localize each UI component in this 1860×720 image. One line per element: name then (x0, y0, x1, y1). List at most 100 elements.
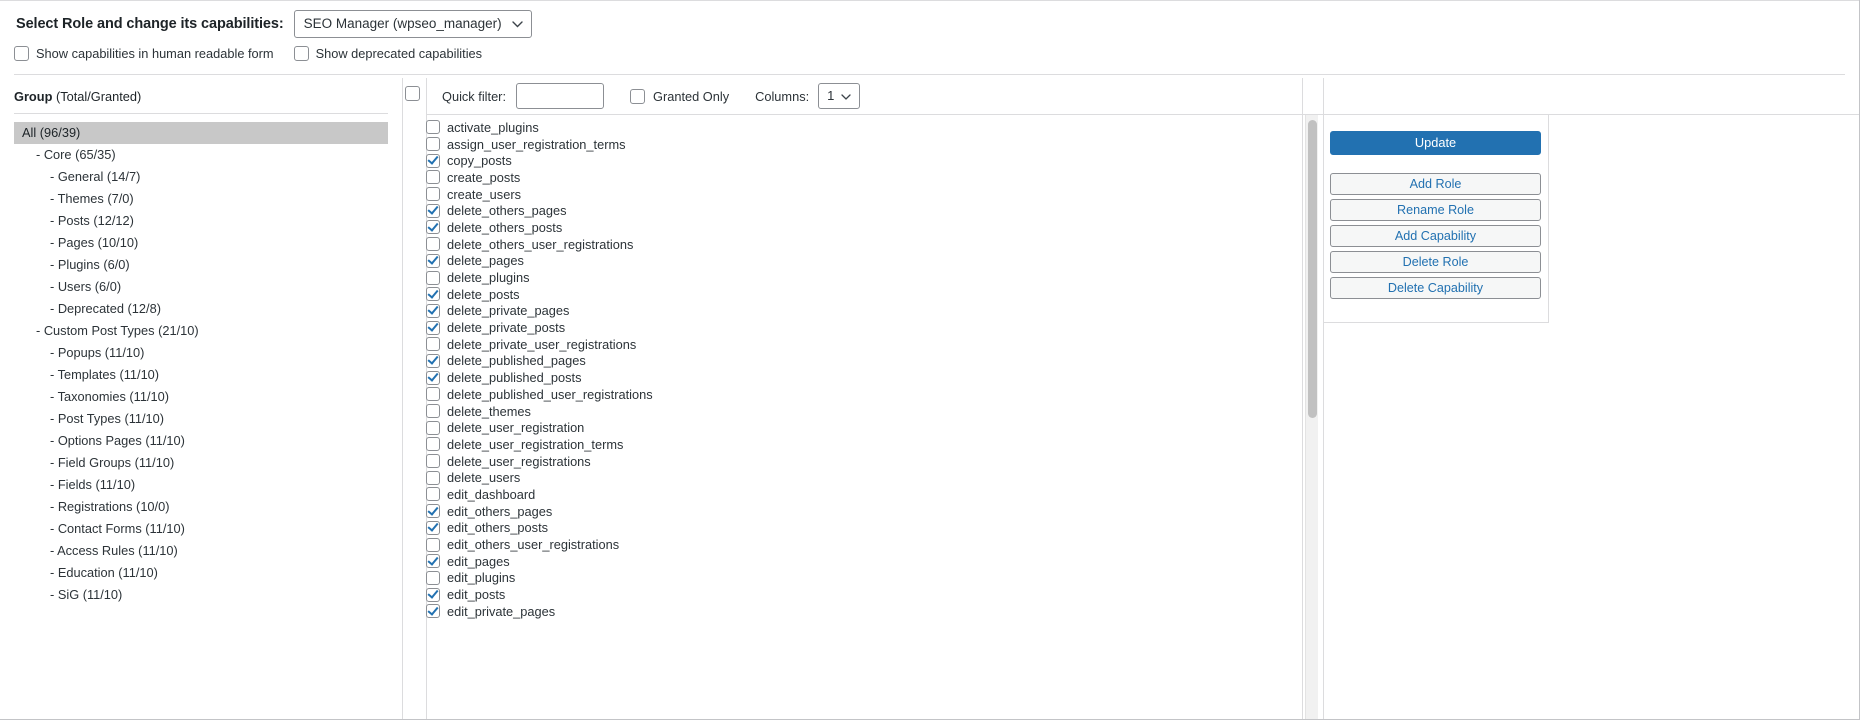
scrollbar-thumb[interactable] (1308, 120, 1317, 418)
capability-list-scrollbar[interactable] (1305, 115, 1318, 719)
capability-checkbox[interactable] (426, 237, 440, 252)
capability-checkbox[interactable] (426, 554, 440, 569)
capability-checkbox[interactable] (426, 203, 440, 218)
capability-row[interactable]: delete_plugins (426, 269, 1302, 286)
group-tree-item[interactable]: - Deprecated (12/8) (14, 298, 402, 320)
columns-select[interactable]: 1 (818, 83, 861, 109)
capability-row[interactable]: delete_user_registration_terms (426, 436, 1302, 453)
select-all-capabilities-checkbox[interactable] (405, 86, 420, 101)
quick-filter-input[interactable] (516, 83, 604, 109)
capability-checkbox[interactable] (426, 470, 440, 485)
capability-checkbox[interactable] (426, 170, 440, 185)
capability-row[interactable]: delete_posts (426, 286, 1302, 303)
capability-row[interactable]: create_users (426, 186, 1302, 203)
capability-checkbox[interactable] (426, 420, 440, 435)
capability-checkbox[interactable] (426, 454, 440, 469)
capability-row[interactable]: edit_others_posts (426, 520, 1302, 537)
group-tree-item[interactable]: - Access Rules (11/10) (14, 540, 402, 562)
update-button[interactable]: Update (1330, 131, 1541, 155)
group-tree-item[interactable]: - Templates (11/10) (14, 364, 402, 386)
capability-checkbox[interactable] (426, 353, 440, 368)
capability-row[interactable]: delete_others_user_registrations (426, 236, 1302, 253)
capability-checkbox[interactable] (426, 537, 440, 552)
group-tree-item[interactable]: - Post Types (11/10) (14, 408, 402, 430)
capability-checkbox[interactable] (426, 337, 440, 352)
capability-row[interactable]: assign_user_registration_terms (426, 136, 1302, 153)
capability-row[interactable]: copy_posts (426, 152, 1302, 169)
capability-checkbox[interactable] (426, 370, 440, 385)
capability-row[interactable]: delete_published_pages (426, 353, 1302, 370)
group-tree-item[interactable]: - Posts (12/12) (14, 210, 402, 232)
group-tree-item-label: All (96/39) (22, 125, 81, 140)
granted-only-checkbox[interactable] (630, 88, 645, 104)
capability-row[interactable]: delete_published_posts (426, 369, 1302, 386)
column-separator-3 (1302, 78, 1303, 719)
group-tree-item[interactable]: - Taxonomies (11/10) (14, 386, 402, 408)
group-tree-item[interactable]: - Popups (11/10) (14, 342, 402, 364)
show-deprecated-checkbox[interactable] (293, 46, 309, 61)
capability-checkbox[interactable] (426, 220, 440, 235)
capability-row[interactable]: delete_private_user_registrations (426, 336, 1302, 353)
capability-row[interactable]: edit_dashboard (426, 486, 1302, 503)
capability-row[interactable]: delete_pages (426, 253, 1302, 270)
capability-row[interactable]: delete_others_pages (426, 202, 1302, 219)
group-tree-item[interactable]: - Education (11/10) (14, 562, 402, 584)
capability-row[interactable]: edit_private_pages (426, 603, 1302, 620)
group-tree-item[interactable]: - Pages (10/10) (14, 232, 402, 254)
capability-row[interactable]: edit_others_pages (426, 503, 1302, 520)
capability-checkbox[interactable] (426, 287, 440, 302)
capability-row[interactable]: create_posts (426, 169, 1302, 186)
group-tree-item[interactable]: - General (14/7) (14, 166, 402, 188)
show-human-readable-checkbox[interactable] (14, 46, 29, 61)
capability-checkbox[interactable] (426, 253, 440, 268)
capability-checkbox[interactable] (426, 504, 440, 519)
capability-checkbox[interactable] (426, 587, 440, 602)
capability-row[interactable]: edit_others_user_registrations (426, 536, 1302, 553)
add-role-button[interactable]: Add Role (1330, 173, 1541, 195)
capability-row[interactable]: delete_private_pages (426, 303, 1302, 320)
capability-checkbox[interactable] (426, 387, 440, 402)
group-tree-item[interactable]: - Registrations (10/0) (14, 496, 402, 518)
capability-checkbox[interactable] (426, 303, 440, 318)
capability-checkbox[interactable] (426, 604, 440, 619)
group-tree-item[interactable]: - Themes (7/0) (14, 188, 402, 210)
capability-row[interactable]: delete_user_registration (426, 419, 1302, 436)
group-tree-item[interactable]: - Options Pages (11/10) (14, 430, 402, 452)
capability-checkbox[interactable] (426, 120, 440, 135)
capability-row[interactable]: delete_private_posts (426, 319, 1302, 336)
group-heading-bold: Group (14, 89, 53, 104)
capability-row[interactable]: edit_posts (426, 586, 1302, 603)
group-tree-item[interactable]: All (96/39) (14, 122, 388, 144)
capability-checkbox[interactable] (426, 487, 440, 502)
capability-row[interactable]: delete_published_user_registrations (426, 386, 1302, 403)
group-tree-item[interactable]: - Fields (11/10) (14, 474, 402, 496)
capability-checkbox[interactable] (426, 404, 440, 419)
capability-checkbox[interactable] (426, 187, 440, 202)
capability-checkbox[interactable] (426, 437, 440, 452)
capability-row[interactable]: activate_plugins (426, 119, 1302, 136)
add-capability-button[interactable]: Add Capability (1330, 225, 1541, 247)
group-tree-item[interactable]: - Field Groups (11/10) (14, 452, 402, 474)
capability-row[interactable]: edit_plugins (426, 570, 1302, 587)
group-tree-item[interactable]: - SiG (11/10) (14, 584, 402, 606)
capability-checkbox[interactable] (426, 270, 440, 285)
capability-checkbox[interactable] (426, 153, 440, 168)
rename-role-button[interactable]: Rename Role (1330, 199, 1541, 221)
group-tree-item[interactable]: - Core (65/35) (14, 144, 402, 166)
capability-row[interactable]: edit_pages (426, 553, 1302, 570)
group-tree-item[interactable]: - Contact Forms (11/10) (14, 518, 402, 540)
capability-checkbox[interactable] (426, 320, 440, 335)
capability-row[interactable]: delete_others_posts (426, 219, 1302, 236)
capability-row[interactable]: delete_users (426, 469, 1302, 486)
group-tree-item[interactable]: - Plugins (6/0) (14, 254, 402, 276)
delete-capability-button[interactable]: Delete Capability (1330, 277, 1541, 299)
delete-role-button[interactable]: Delete Role (1330, 251, 1541, 273)
group-tree-item[interactable]: - Custom Post Types (21/10) (14, 320, 402, 342)
capability-row[interactable]: delete_themes (426, 403, 1302, 420)
role-select[interactable]: SEO Manager (wpseo_manager) (293, 10, 532, 38)
capability-checkbox[interactable] (426, 570, 440, 585)
capability-row[interactable]: delete_user_registrations (426, 453, 1302, 470)
group-tree-item[interactable]: - Users (6/0) (14, 276, 402, 298)
capability-checkbox[interactable] (426, 137, 440, 152)
capability-checkbox[interactable] (426, 520, 440, 535)
